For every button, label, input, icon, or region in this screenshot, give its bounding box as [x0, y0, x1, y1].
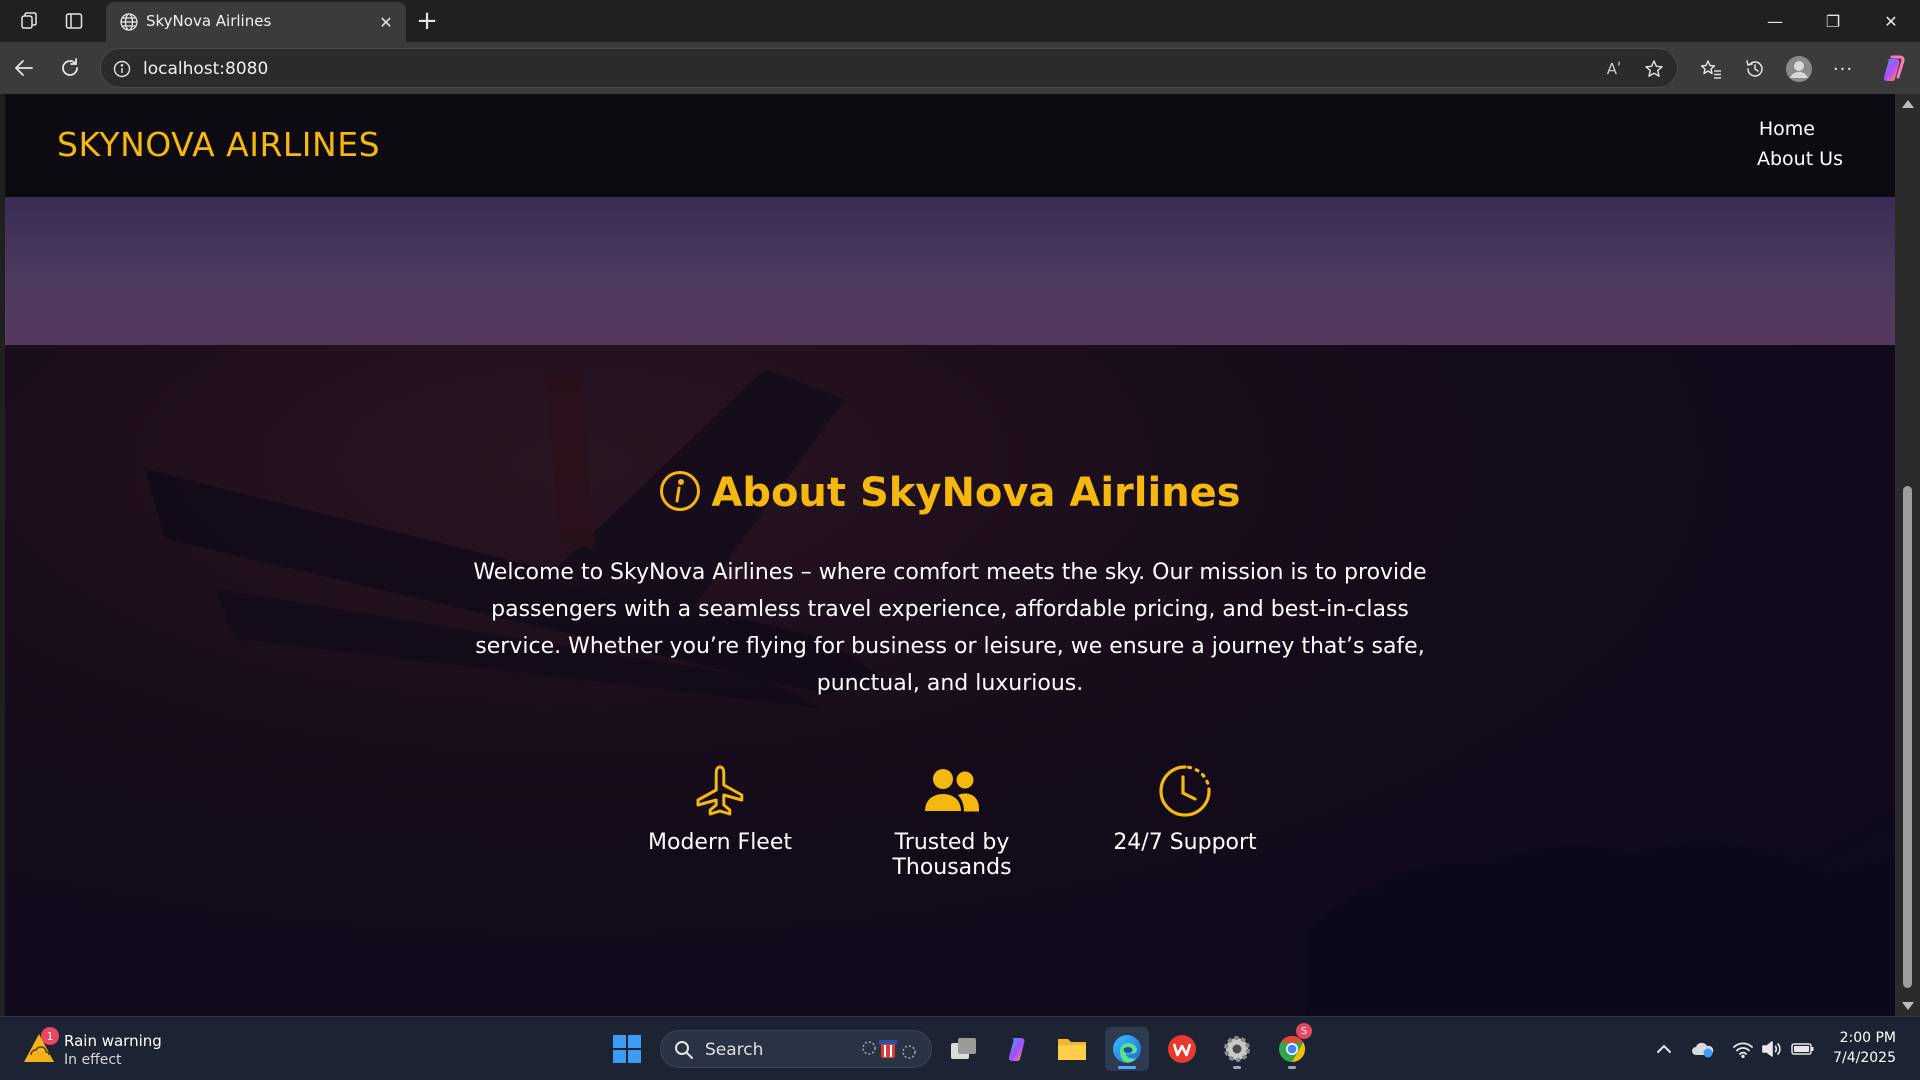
more-options-icon[interactable]: ···: [1826, 52, 1860, 86]
new-tab-button[interactable]: +: [412, 6, 442, 36]
hero-banner: [5, 197, 1895, 345]
scroll-down-arrow-icon[interactable]: [1902, 1002, 1914, 1010]
about-heading: About SkyNova Airlines: [5, 470, 1895, 516]
file-explorer-icon[interactable]: [1050, 1027, 1094, 1071]
address-bar[interactable]: localhost:8080 Aʹ: [100, 48, 1678, 88]
tab-skynova[interactable]: SkyNova Airlines ✕: [106, 2, 406, 42]
weather-subtitle: In effect: [64, 1052, 122, 1068]
nav-about-link[interactable]: About Us: [1757, 148, 1843, 170]
tab-actions-icon[interactable]: [59, 6, 89, 36]
notification-badge: 1: [41, 1027, 59, 1045]
running-app-indicator: [1233, 1066, 1241, 1069]
site-logo[interactable]: SKYNOVA AIRLINES: [57, 125, 380, 164]
wps-office-icon[interactable]: [1160, 1027, 1204, 1071]
chrome-browser-icon[interactable]: S: [1270, 1023, 1314, 1071]
favorites-icon[interactable]: [1694, 52, 1728, 86]
feature-label: Trusted by Thousands: [892, 830, 1012, 880]
airplane-icon: [605, 762, 835, 820]
taskbar-search-box[interactable]: Search: [660, 1030, 932, 1068]
battery-icon[interactable]: [1791, 1037, 1815, 1061]
edge-browser-icon[interactable]: [1105, 1027, 1149, 1071]
copilot-app-icon[interactable]: [996, 1027, 1040, 1071]
profile-avatar-icon[interactable]: [1782, 52, 1816, 86]
about-description: Welcome to SkyNova Airlines – where comf…: [473, 560, 1427, 696]
site-header: SKYNOVA AIRLINES Home About Us: [5, 94, 1895, 197]
scrollbar-thumb[interactable]: [1903, 486, 1912, 988]
feature-support: 24/7 Support: [1070, 762, 1300, 855]
settings-gear-icon[interactable]: [1215, 1027, 1259, 1071]
scroll-up-arrow-icon[interactable]: [1902, 100, 1914, 108]
browser-toolbar: localhost:8080 Aʹ ···: [0, 42, 1920, 94]
weather-title: Rain warning: [64, 1032, 162, 1050]
clock-date[interactable]: 7/4/2025: [1833, 1050, 1896, 1066]
task-view-icon[interactable]: [942, 1027, 986, 1071]
active-app-indicator: [1118, 1066, 1136, 1069]
chrome-profile-badge: S: [1296, 1023, 1312, 1039]
workspaces-icon[interactable]: [14, 6, 44, 36]
running-app-indicator: [1288, 1066, 1296, 1069]
info-icon: [659, 470, 701, 512]
landscape-background-image: [1305, 842, 1895, 1014]
history-icon[interactable]: [1738, 52, 1772, 86]
globe-icon: [118, 11, 140, 33]
fireworks-icon: [862, 1040, 916, 1059]
onedrive-icon[interactable]: [1691, 1037, 1715, 1061]
favorite-star-icon[interactable]: [1641, 57, 1667, 81]
read-aloud-icon[interactable]: Aʹ: [1601, 57, 1627, 81]
browser-tab-bar: SkyNova Airlines ✕ + — ❐ ✕: [0, 0, 1920, 42]
nav-home-link[interactable]: Home: [1759, 118, 1815, 140]
close-window-button[interactable]: ✕: [1866, 4, 1916, 38]
copilot-icon[interactable]: [1876, 52, 1910, 86]
minimize-button[interactable]: —: [1750, 4, 1800, 38]
show-hidden-icons-chevron-icon[interactable]: [1652, 1037, 1676, 1061]
tab-title: SkyNova Airlines: [146, 12, 272, 30]
close-tab-icon[interactable]: ✕: [374, 10, 398, 34]
refresh-icon[interactable]: [54, 52, 86, 84]
windows-taskbar: 1 Rain warning In effect Search S 2:00 P…: [0, 1016, 1920, 1080]
address-text[interactable]: localhost:8080: [143, 59, 268, 79]
search-icon: [673, 1039, 695, 1061]
weather-widget[interactable]: 1 Rain warning In effect: [22, 1027, 202, 1071]
feature-trusted: Trusted by Thousands: [837, 762, 1067, 880]
back-icon[interactable]: [8, 52, 40, 84]
feature-modern-fleet: Modern Fleet: [605, 762, 835, 855]
clock-time[interactable]: 2:00 PM: [1840, 1030, 1896, 1046]
feature-label: 24/7 Support: [1113, 830, 1257, 855]
search-placeholder: Search: [705, 1040, 764, 1060]
start-button[interactable]: [605, 1027, 649, 1071]
about-heading-text: About SkyNova Airlines: [711, 470, 1241, 516]
users-icon: [837, 762, 1067, 820]
page-scrollbar[interactable]: [1895, 94, 1920, 1016]
wifi-icon[interactable]: [1731, 1037, 1755, 1061]
restore-button[interactable]: ❐: [1808, 4, 1858, 38]
volume-icon[interactable]: [1760, 1037, 1784, 1061]
clock-icon: [1070, 762, 1300, 820]
web-page: SKYNOVA AIRLINES Home About Us About Sky…: [5, 94, 1895, 1016]
site-info-icon[interactable]: [111, 58, 133, 80]
feature-label: Modern Fleet: [648, 830, 792, 855]
